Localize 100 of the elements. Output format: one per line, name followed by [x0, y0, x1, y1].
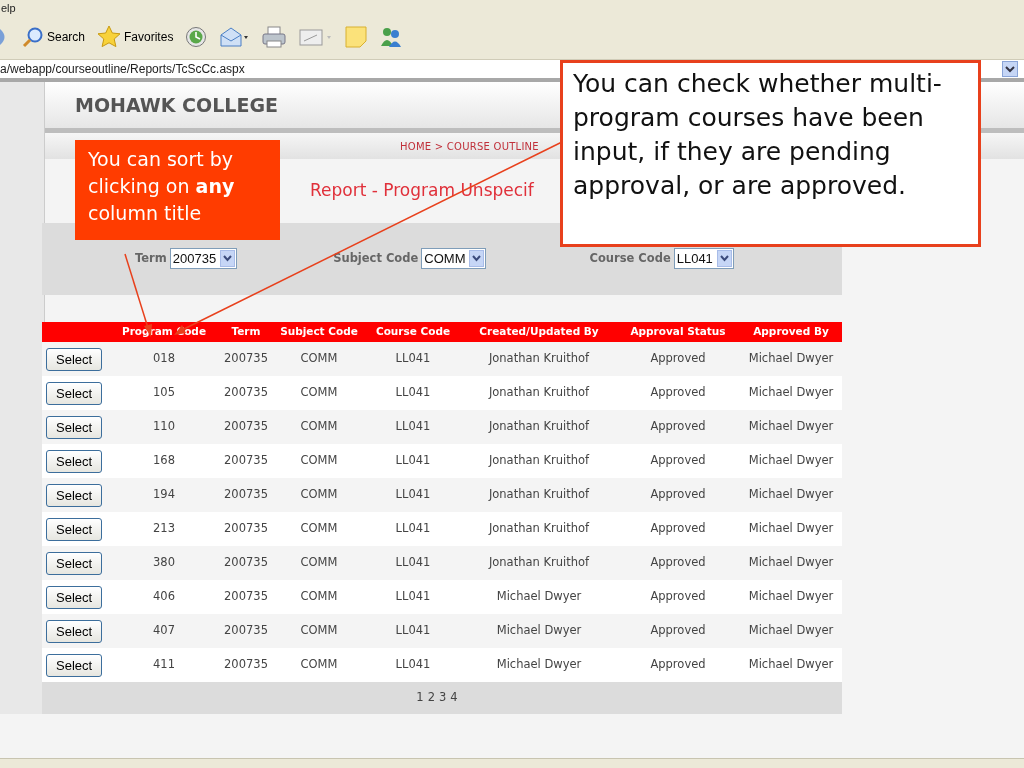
select-button[interactable]: Select	[46, 416, 103, 440]
column-header[interactable]: Approval Status	[616, 324, 740, 340]
table-cell-text: 200735	[223, 350, 269, 368]
site-title: MOHAWK COLLEGE	[75, 92, 278, 118]
printer-icon[interactable]	[261, 25, 288, 48]
column-header[interactable]: Term	[218, 324, 274, 340]
dropdown[interactable]: LL041	[673, 248, 734, 270]
favorites-button[interactable]: Favorites	[97, 24, 174, 49]
callout-box: You can sort by clicking on any column title	[75, 140, 280, 240]
table-cell-text: Approved	[649, 622, 707, 640]
table-cell-text: Approved	[649, 554, 707, 572]
table-cell-text: Jonathan Kruithof	[487, 418, 591, 436]
select-button[interactable]: Select	[46, 450, 103, 474]
table-cell-text: Approved	[649, 486, 707, 504]
select-button[interactable]: Select	[46, 382, 103, 406]
select-button[interactable]: Select	[46, 586, 103, 610]
report-title: Report - Program Unspecif	[310, 179, 534, 203]
table-cell-text: Approved	[649, 350, 707, 368]
table-cell-text: 200735	[223, 486, 269, 504]
table-cell-text: LL041	[394, 384, 432, 402]
star-icon	[97, 24, 122, 49]
dropdown-icon[interactable]	[220, 250, 236, 268]
search-icon	[22, 25, 44, 48]
table-cell-text: 380	[152, 554, 176, 572]
people-icon[interactable]	[379, 25, 404, 48]
dropdown[interactable]: 200735	[169, 248, 238, 270]
breadcrumb[interactable]: HOME > COURSE OUTLINE	[400, 138, 539, 154]
table-cell-text: LL041	[394, 418, 432, 436]
table-cell-text: COMM	[299, 452, 339, 470]
table-cell-text: LL041	[394, 554, 432, 572]
table-cell-text: LL041	[394, 486, 432, 504]
table-cell-text: 407	[152, 622, 176, 640]
table-cell-text: Michael Dwyer	[747, 656, 835, 674]
mail-icon[interactable]	[219, 25, 250, 48]
table-cell-text: 110	[152, 418, 176, 436]
table-cell-text: 200735	[223, 554, 269, 572]
table-cell-text: 018	[152, 350, 176, 368]
select-button[interactable]: Select	[46, 348, 103, 372]
dropdown[interactable]: COMM	[421, 248, 487, 270]
table-cell-text: 411	[152, 656, 176, 674]
table-cell-text: COMM	[299, 486, 339, 504]
table-cell-text: COMM	[299, 520, 339, 538]
table-cell-text: 200735	[223, 418, 269, 436]
column-header[interactable]: Course Code	[364, 324, 462, 340]
select-button[interactable]: Select	[46, 484, 103, 508]
table-cell-text: LL041	[394, 656, 432, 674]
address-field[interactable]: a/webapp/courseoutline/Reports/TcScCc.aspx	[0, 60, 245, 78]
table-cell-text: COMM	[299, 350, 339, 368]
table-cell-text: LL041	[394, 622, 432, 640]
table-cell-text: Jonathan Kruithof	[487, 452, 591, 470]
table-cell-text: 200735	[223, 452, 269, 470]
filter-label: Course Code	[589, 250, 671, 268]
callout-box: You can check whether multi-program courses have been input, if they are pending approval, or are approved.	[560, 60, 981, 247]
page-link[interactable]: 2	[427, 689, 435, 707]
menu-item[interactable]: elp	[1, 2, 16, 14]
column-header[interactable]: Subject Code	[274, 324, 364, 340]
table-cell-text: 200735	[223, 656, 269, 674]
dropdown-icon[interactable]	[716, 250, 732, 268]
select-button[interactable]: Select	[46, 654, 103, 678]
table-cell-text: COMM	[299, 418, 339, 436]
search-button[interactable]: Search	[22, 25, 86, 48]
table-cell-text: Jonathan Kruithof	[487, 520, 591, 538]
table-cell-text: Michael Dwyer	[747, 622, 835, 640]
table-cell-text: Approved	[649, 656, 707, 674]
column-header[interactable]: Approved By	[740, 324, 842, 340]
table-cell-text: 213	[152, 520, 176, 538]
page-link[interactable]: 3	[439, 689, 447, 707]
table-cell-text: 194	[152, 486, 176, 504]
table-cell-text: COMM	[299, 384, 339, 402]
table-cell-text: Michael Dwyer	[495, 588, 583, 606]
history-icon[interactable]	[185, 25, 208, 48]
select-button[interactable]: Select	[46, 552, 103, 576]
select-button[interactable]: Select	[46, 518, 103, 542]
table-cell-text: Jonathan Kruithof	[487, 350, 591, 368]
filter-label: Term	[135, 250, 167, 268]
table-cell-text: COMM	[299, 656, 339, 674]
table-cell-text: 200735	[223, 384, 269, 402]
table-cell-text: Approved	[649, 384, 707, 402]
select-button[interactable]: Select	[46, 620, 103, 644]
dropdown-icon[interactable]	[1002, 61, 1018, 77]
dropdown-icon[interactable]	[469, 250, 485, 268]
table-cell-text: Approved	[649, 588, 707, 606]
table-cell-text: Jonathan Kruithof	[487, 486, 591, 504]
table-cell-text: 168	[152, 452, 176, 470]
table-cell-text: LL041	[394, 350, 432, 368]
table-cell-text: Michael Dwyer	[747, 486, 835, 504]
table-cell-text: Michael Dwyer	[747, 384, 835, 402]
table-cell-text: 105	[152, 384, 176, 402]
column-header[interactable]: Created/Updated By	[462, 324, 616, 340]
table-cell-text: Approved	[649, 418, 707, 436]
page-link[interactable]: 1	[416, 689, 424, 707]
table-cell-text: Michael Dwyer	[747, 520, 835, 538]
table-cell-text: Michael Dwyer	[747, 588, 835, 606]
table-cell-text: COMM	[299, 554, 339, 572]
page-link[interactable]: 4	[450, 689, 458, 707]
edit-icon[interactable]	[299, 26, 334, 47]
table-cell-text: 200735	[223, 622, 269, 640]
table-cell-text: 200735	[223, 588, 269, 606]
table-cell-text: LL041	[394, 520, 432, 538]
table-cell-text: Jonathan Kruithof	[487, 384, 591, 402]
